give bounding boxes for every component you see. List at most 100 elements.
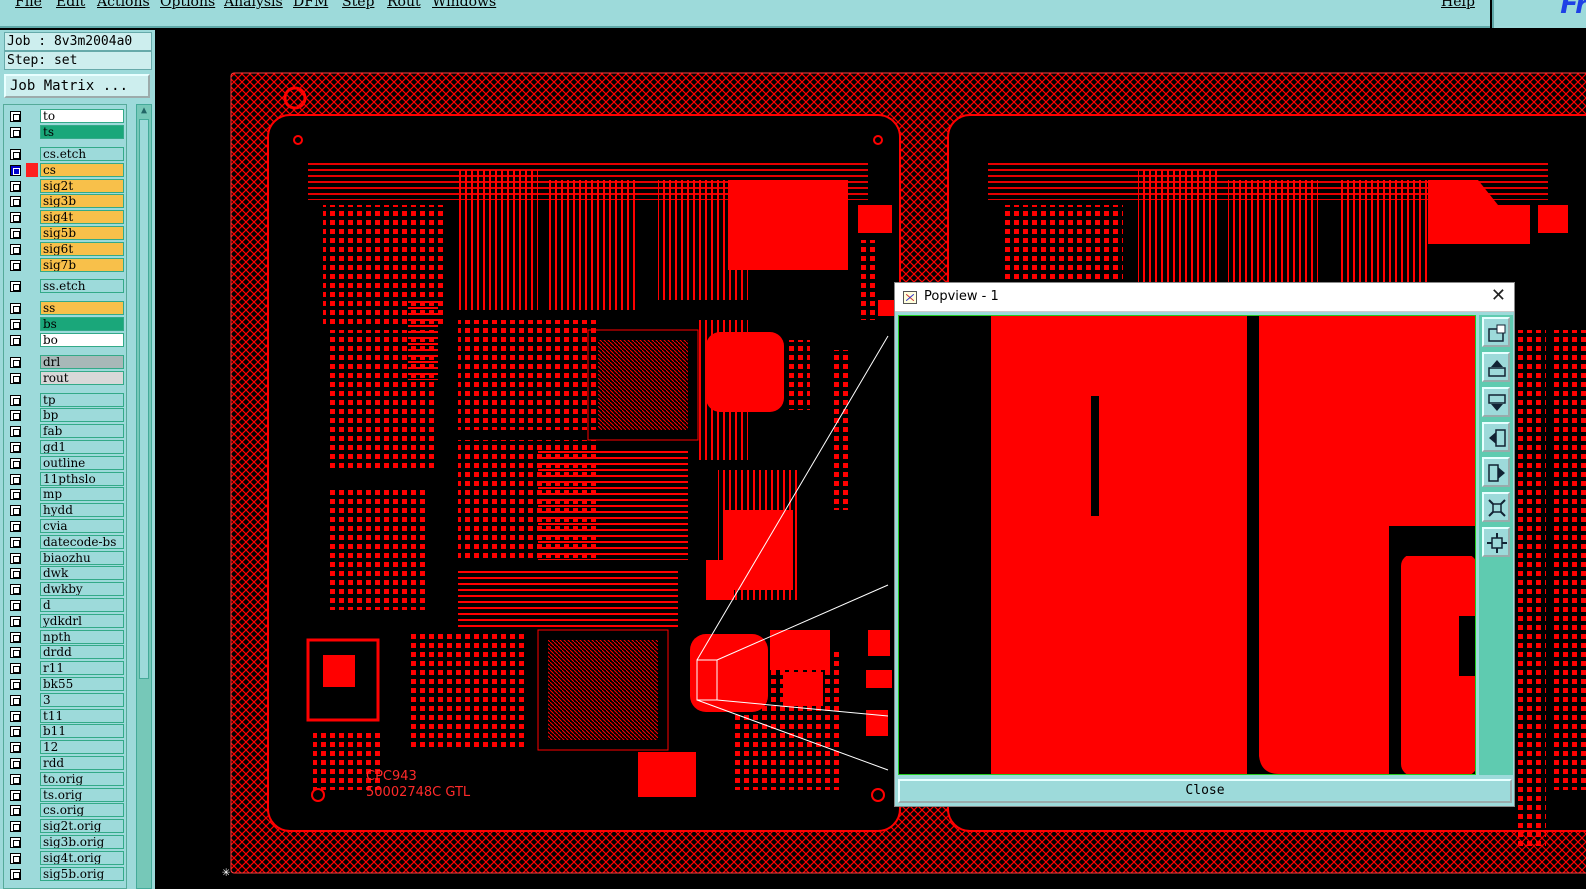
layer-row-r11[interactable]: r11 — [6, 661, 126, 676]
menu-options[interactable]: Options — [160, 0, 215, 10]
job-matrix-button[interactable]: Job Matrix ... — [4, 74, 150, 98]
layer-row-12[interactable]: 12 — [6, 740, 126, 755]
layer-checkbox[interactable] — [10, 473, 21, 485]
layer-checkbox[interactable] — [10, 319, 21, 330]
layer-checkbox[interactable] — [10, 489, 21, 501]
layer-name[interactable]: hydd — [40, 503, 124, 518]
popview-zoomed-view[interactable] — [898, 315, 1476, 775]
layer-name[interactable]: npth — [40, 629, 124, 644]
layer-name[interactable]: t11 — [40, 708, 124, 723]
layer-name[interactable]: 3 — [40, 692, 124, 707]
pan-right-button[interactable] — [1482, 457, 1510, 487]
layer-checkbox[interactable] — [10, 694, 21, 706]
close-icon[interactable]: ✕ — [1491, 285, 1506, 306]
layer-row-gd1[interactable]: gd1 — [6, 440, 126, 454]
menu-file[interactable]: File — [15, 0, 42, 10]
layer-row-sig3b[interactable]: sig3b — [6, 194, 126, 209]
layer-row-3[interactable]: 3 — [6, 692, 126, 707]
layer-checkbox[interactable] — [10, 552, 21, 564]
layer-checkbox[interactable] — [10, 259, 21, 271]
layer-name[interactable]: b11 — [40, 724, 124, 739]
layer-name[interactable]: sig5b.orig — [40, 866, 124, 881]
layer-row-rdd[interactable]: rdd — [6, 756, 126, 770]
menu-dfm[interactable]: DFM — [293, 0, 328, 10]
layer-checkbox[interactable] — [10, 127, 21, 138]
layer-name[interactable]: d — [40, 598, 124, 612]
layer-checkbox[interactable] — [10, 821, 21, 833]
layer-checkbox[interactable] — [10, 615, 21, 627]
layer-name[interactable]: ts.orig — [40, 787, 124, 802]
layer-row-npth[interactable]: npth — [6, 629, 126, 644]
menu-windows[interactable]: Windows — [432, 0, 496, 10]
layer-checkbox[interactable] — [10, 303, 21, 315]
layer-name[interactable]: r11 — [40, 661, 124, 676]
layer-checkbox[interactable] — [10, 196, 21, 208]
layer-name[interactable]: rdd — [40, 756, 124, 770]
layer-row-b11[interactable]: b11 — [6, 724, 126, 739]
layer-name[interactable]: cs.orig — [40, 803, 124, 818]
layer-name[interactable]: ts — [40, 125, 124, 139]
layer-checkbox[interactable] — [10, 679, 21, 690]
layer-row-ts-orig[interactable]: ts.orig — [6, 787, 126, 802]
layer-row-to-orig[interactable]: to.orig — [6, 771, 126, 786]
layer-name[interactable]: dwk — [40, 566, 124, 581]
layer-checkbox[interactable] — [10, 212, 21, 224]
layer-name[interactable]: datecode-bs — [40, 534, 124, 549]
layer-checkbox[interactable] — [10, 726, 21, 738]
layer-row-bo[interactable]: bo — [6, 333, 126, 347]
layer-name[interactable]: 11pthslo — [40, 471, 124, 486]
layer-name[interactable]: rout — [40, 370, 124, 385]
layer-row-rout[interactable]: rout — [6, 370, 126, 385]
layer-checkbox[interactable] — [10, 243, 21, 255]
layer-name[interactable]: fab — [40, 424, 124, 439]
layer-row-bs[interactable]: bs — [6, 317, 126, 331]
layer-checkbox[interactable] — [10, 372, 21, 384]
zoom-window-button[interactable] — [1482, 317, 1510, 347]
layer-row-ss-etch[interactable]: ss.etch — [6, 279, 126, 294]
layer-row-d[interactable]: d — [6, 598, 126, 612]
layer-name[interactable]: biaozhu — [40, 550, 124, 565]
layer-name[interactable]: ss.etch — [40, 279, 124, 294]
layer-name[interactable]: ydkdrl — [40, 613, 124, 628]
layer-row-drdd[interactable]: drdd — [6, 645, 126, 660]
layer-checkbox[interactable] — [10, 631, 21, 643]
layer-checkbox[interactable] — [10, 837, 21, 848]
layer-row-sig4t[interactable]: sig4t — [6, 210, 126, 225]
layer-name[interactable]: sig3b — [40, 194, 124, 209]
layer-row-ydkdrl[interactable]: ydkdrl — [6, 613, 126, 628]
layer-name[interactable]: outline — [40, 455, 124, 470]
layer-checkbox[interactable] — [10, 521, 21, 532]
layer-checkbox[interactable] — [10, 536, 21, 548]
layer-row-sig3b-orig[interactable]: sig3b.orig — [6, 835, 126, 849]
layer-name[interactable]: sig3b.orig — [40, 835, 124, 849]
layer-checkbox[interactable] — [10, 852, 21, 864]
menu-help[interactable]: Help — [1441, 0, 1475, 10]
layer-row-hydd[interactable]: hydd — [6, 503, 126, 518]
layer-row-sig7b[interactable]: sig7b — [6, 257, 126, 272]
layer-name[interactable]: cvia — [40, 519, 124, 533]
layer-name[interactable]: sig2t.orig — [40, 819, 124, 834]
layer-name[interactable]: drl — [40, 355, 124, 369]
layer-row-mp[interactable]: mp — [6, 487, 126, 502]
layer-name[interactable]: cs — [40, 162, 124, 177]
layer-row-ts[interactable]: ts — [6, 125, 126, 139]
layer-row-11pthslo[interactable]: 11pthslo — [6, 471, 126, 486]
scrollbar-thumb[interactable] — [139, 119, 149, 679]
layer-list-scrollbar[interactable]: ▲ — [136, 104, 152, 889]
layer-row-sig2t[interactable]: sig2t — [6, 178, 126, 193]
layer-checkbox[interactable] — [10, 111, 21, 122]
layer-checkbox[interactable] — [10, 742, 21, 754]
layer-row-tp[interactable]: tp — [6, 392, 126, 407]
layer-checkbox[interactable] — [10, 568, 21, 580]
layer-row-datecode-bs[interactable]: datecode-bs — [6, 534, 126, 549]
layer-name[interactable]: bp — [40, 408, 124, 423]
pan-down-button[interactable] — [1482, 387, 1510, 417]
zoom-out-button[interactable] — [1482, 492, 1510, 522]
popview-titlebar[interactable]: Popview - 1 ✕ — [895, 283, 1514, 312]
layer-name[interactable]: sig2t — [40, 178, 124, 193]
layer-checkbox[interactable] — [10, 647, 21, 659]
layer-checkbox[interactable] — [10, 773, 21, 785]
layer-checkbox[interactable] — [10, 357, 21, 368]
layer-name[interactable]: sig6t — [40, 241, 124, 256]
menu-analysis[interactable]: Analysis — [224, 0, 283, 10]
